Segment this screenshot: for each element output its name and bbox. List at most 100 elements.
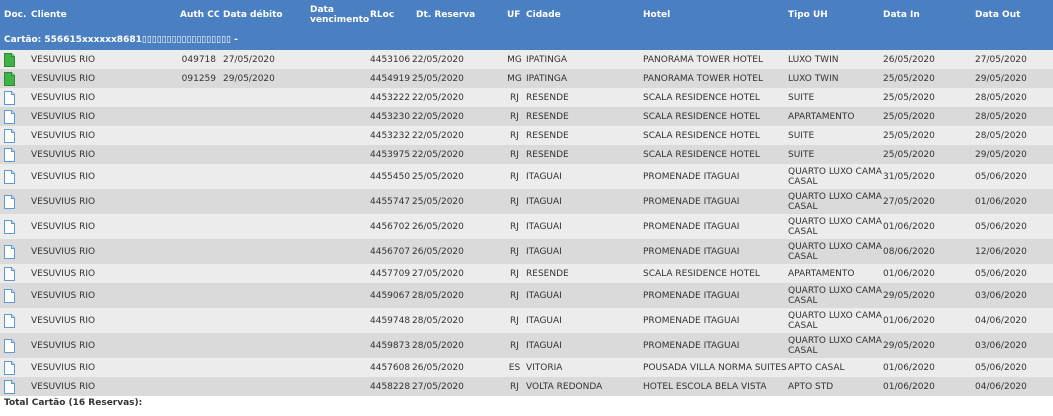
cell-cidade: RESENDE	[526, 107, 639, 126]
table-row[interactable]: VESUVIUS RIO 049718 27/05/2020 4453106 22/05…	[0, 50, 1053, 69]
blue-document-icon[interactable]	[4, 266, 15, 281]
cell-doc[interactable]	[0, 88, 27, 107]
cell-cidade: IPATINGA	[526, 69, 639, 88]
table-row[interactable]: VESUVIUS RIO 4458228 27/05/2020 RJ VOLTA RED…	[0, 377, 1053, 396]
cell-cidade: VITORIA	[526, 358, 639, 377]
col-header-uf[interactable]: UF	[503, 0, 526, 30]
cell-rloc: 4453222	[370, 88, 412, 107]
cell-doc[interactable]	[0, 50, 27, 69]
cell-dt-reserva: 28/05/2020	[412, 283, 503, 308]
col-header-dt-reserva[interactable]: Dt. Reserva	[412, 0, 503, 30]
table-row[interactable]: VESUVIUS RIO 4459873 28/05/2020 RJ ITAGUAI PR…	[0, 333, 1053, 358]
table-row[interactable]: VESUVIUS RIO 4455747 25/05/2020 RJ ITAGUAI PR…	[0, 189, 1053, 214]
cell-auth-cc	[180, 333, 219, 358]
table-row[interactable]: VESUVIUS RIO 4453222 22/05/2020 RJ RESENDE SC…	[0, 88, 1053, 107]
col-header-hotel[interactable]: Hotel	[639, 0, 788, 30]
cell-cliente: VESUVIUS RIO	[27, 358, 180, 377]
cell-data-in: 26/05/2020	[883, 50, 975, 69]
table-row[interactable]: VESUVIUS RIO 4457709 27/05/2020 RJ RESENDE SC…	[0, 264, 1053, 283]
col-header-cliente[interactable]: Cliente	[27, 0, 180, 30]
cell-data-vencimento	[310, 107, 370, 126]
blue-document-icon[interactable]	[4, 313, 15, 328]
col-header-data-vencimento[interactable]: Data vencimento	[310, 0, 370, 30]
table-row[interactable]: VESUVIUS RIO 4459067 28/05/2020 RJ ITAGUAI PR…	[0, 283, 1053, 308]
cell-doc[interactable]	[0, 377, 27, 396]
cell-auth-cc	[180, 358, 219, 377]
table-row[interactable]: VESUVIUS RIO 091259 29/05/2020 4454919 25/05…	[0, 69, 1053, 88]
blue-document-icon[interactable]	[4, 90, 15, 105]
col-header-data-out[interactable]: Data Out	[975, 0, 1053, 30]
cell-doc[interactable]	[0, 358, 27, 377]
cell-data-in: 25/05/2020	[883, 145, 975, 164]
cell-auth-cc	[180, 283, 219, 308]
cell-doc[interactable]	[0, 126, 27, 145]
cell-dt-reserva: 26/05/2020	[412, 239, 503, 264]
blue-document-icon[interactable]	[4, 169, 15, 184]
table-row[interactable]: VESUVIUS RIO 4455450 25/05/2020 RJ ITAGUAI PR…	[0, 164, 1053, 189]
col-header-tipo-uh[interactable]: Tipo UH	[788, 0, 883, 30]
cell-doc[interactable]	[0, 164, 27, 189]
cell-doc[interactable]	[0, 189, 27, 214]
table-row[interactable]: VESUVIUS RIO 4453232 22/05/2020 RJ RESENDE SC…	[0, 126, 1053, 145]
col-header-doc[interactable]: Doc.	[0, 0, 27, 30]
cell-data-vencimento	[310, 69, 370, 88]
blue-document-icon[interactable]	[4, 128, 15, 143]
cell-auth-cc	[180, 88, 219, 107]
table-row[interactable]: VESUVIUS RIO 4459748 28/05/2020 RJ ITAGUAI PR…	[0, 308, 1053, 333]
cell-data-debito	[219, 283, 310, 308]
cell-doc[interactable]	[0, 214, 27, 239]
blue-document-icon[interactable]	[4, 219, 15, 234]
blue-document-icon[interactable]	[4, 244, 15, 259]
cell-data-debito	[219, 214, 310, 239]
cell-cliente: VESUVIUS RIO	[27, 126, 180, 145]
cell-data-out: 29/05/2020	[975, 145, 1053, 164]
table-row[interactable]: VESUVIUS RIO 4456702 26/05/2020 RJ ITAGUAI PR…	[0, 214, 1053, 239]
cell-data-out: 28/05/2020	[975, 107, 1053, 126]
blue-document-icon[interactable]	[4, 360, 15, 375]
cell-data-in: 27/05/2020	[883, 189, 975, 214]
cell-doc[interactable]	[0, 239, 27, 264]
cell-data-out: 12/06/2020	[975, 239, 1053, 264]
blue-document-icon[interactable]	[4, 109, 15, 124]
cell-tipo-uh: APTO STD	[788, 377, 883, 396]
cell-cliente: VESUVIUS RIO	[27, 145, 180, 164]
cell-doc[interactable]	[0, 264, 27, 283]
cell-tipo-uh: SUITE	[788, 145, 883, 164]
col-header-rloc[interactable]: RLoc	[370, 0, 412, 30]
cell-doc[interactable]	[0, 308, 27, 333]
blue-document-icon[interactable]	[4, 338, 15, 353]
blue-document-icon[interactable]	[4, 379, 15, 394]
cell-cidade: IPATINGA	[526, 50, 639, 69]
cell-uf: RJ	[503, 239, 526, 264]
cell-doc[interactable]	[0, 333, 27, 358]
cell-doc[interactable]	[0, 69, 27, 88]
table-row[interactable]: VESUVIUS RIO 4456707 26/05/2020 RJ ITAGUAI PR…	[0, 239, 1053, 264]
total-label: Total Cartão (16 Reservas):	[4, 398, 143, 408]
col-header-cidade[interactable]: Cidade	[526, 0, 639, 30]
cell-rloc: 4455450	[370, 164, 412, 189]
cell-uf: MG	[503, 50, 526, 69]
green-document-icon[interactable]	[4, 71, 15, 86]
cell-data-in: 25/05/2020	[883, 107, 975, 126]
col-header-auth-cc[interactable]: Auth CC	[180, 0, 219, 30]
table-row[interactable]: VESUVIUS RIO 4453975 22/05/2020 RJ RESENDE SC…	[0, 145, 1053, 164]
cell-doc[interactable]	[0, 283, 27, 308]
cell-cliente: VESUVIUS RIO	[27, 50, 180, 69]
col-header-data-debito[interactable]: Data débito	[219, 0, 310, 30]
table-row[interactable]: VESUVIUS RIO 4457608 26/05/2020 ES VITORIA PO…	[0, 358, 1053, 377]
cell-data-debito	[219, 107, 310, 126]
cell-hotel: PROMENADE ITAGUAI	[639, 333, 788, 358]
cell-uf: RJ	[503, 377, 526, 396]
blue-document-icon[interactable]	[4, 147, 15, 162]
blue-document-icon[interactable]	[4, 194, 15, 209]
cell-data-vencimento	[310, 308, 370, 333]
cell-doc[interactable]	[0, 107, 27, 126]
green-document-icon[interactable]	[4, 52, 15, 67]
cell-hotel: PANORAMA TOWER HOTEL	[639, 50, 788, 69]
col-header-data-in[interactable]: Data In	[883, 0, 975, 30]
cell-dt-reserva: 22/05/2020	[412, 50, 503, 69]
table-row[interactable]: VESUVIUS RIO 4453230 22/05/2020 RJ RESENDE SC…	[0, 107, 1053, 126]
cell-cidade: ITAGUAI	[526, 214, 639, 239]
cell-doc[interactable]	[0, 145, 27, 164]
blue-document-icon[interactable]	[4, 288, 15, 303]
